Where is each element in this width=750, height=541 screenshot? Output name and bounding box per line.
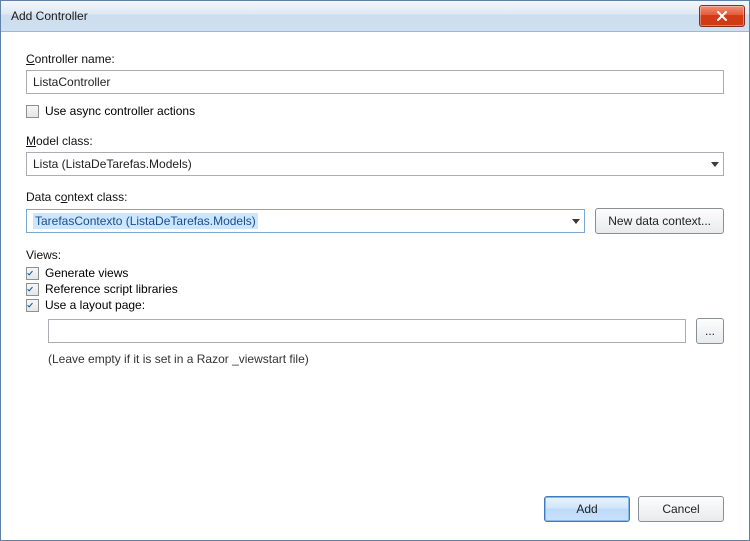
- chevron-down-icon: [711, 162, 719, 167]
- chevron-down-icon: [572, 219, 580, 224]
- async-checkbox[interactable]: [26, 105, 39, 118]
- dialog-footer: Add Cancel: [26, 476, 724, 522]
- data-context-dropdown[interactable]: TarefasContexto (ListaDeTarefas.Models): [26, 209, 585, 233]
- reference-scripts-row[interactable]: Reference script libraries: [26, 282, 724, 296]
- views-section: Views: Generate views Reference script l…: [26, 248, 724, 366]
- close-button[interactable]: [699, 5, 745, 27]
- async-checkbox-label: Use async controller actions: [45, 104, 195, 118]
- dialog-window: Add Controller Controller name: Use asyn…: [0, 0, 750, 541]
- titlebar: Add Controller: [1, 1, 749, 32]
- use-layout-row[interactable]: Use a layout page:: [26, 298, 724, 312]
- async-section: Use async controller actions: [26, 102, 724, 120]
- layout-path-input[interactable]: [48, 319, 686, 343]
- controller-name-label: Controller name:: [26, 52, 724, 66]
- async-checkbox-row[interactable]: Use async controller actions: [26, 104, 724, 118]
- controller-name-input[interactable]: [26, 70, 724, 94]
- browse-layout-button[interactable]: ...: [696, 318, 724, 344]
- model-class-value: Lista (ListaDeTarefas.Models): [33, 157, 192, 171]
- use-layout-label: Use a layout page:: [45, 298, 145, 312]
- layout-hint: (Leave empty if it is set in a Razor _vi…: [48, 352, 724, 366]
- generate-views-checkbox[interactable]: [26, 267, 39, 280]
- generate-views-label: Generate views: [45, 266, 128, 280]
- add-button[interactable]: Add: [544, 496, 630, 522]
- reference-scripts-label: Reference script libraries: [45, 282, 178, 296]
- window-title: Add Controller: [11, 9, 699, 23]
- cancel-button[interactable]: Cancel: [638, 496, 724, 522]
- data-context-label: Data context class:: [26, 190, 724, 204]
- reference-scripts-checkbox[interactable]: [26, 283, 39, 296]
- data-context-section: Data context class: TarefasContexto (Lis…: [26, 190, 724, 234]
- new-data-context-button[interactable]: New data context...: [595, 208, 724, 234]
- model-class-label: Model class:: [26, 134, 724, 148]
- model-class-dropdown[interactable]: Lista (ListaDeTarefas.Models): [26, 152, 724, 176]
- dialog-body: Controller name: Use async controller ac…: [1, 32, 749, 540]
- data-context-value: TarefasContexto (ListaDeTarefas.Models): [33, 213, 258, 229]
- close-icon: [717, 11, 727, 21]
- controller-name-section: Controller name:: [26, 52, 724, 94]
- use-layout-checkbox[interactable]: [26, 299, 39, 312]
- generate-views-row[interactable]: Generate views: [26, 266, 724, 280]
- model-class-section: Model class: Lista (ListaDeTarefas.Model…: [26, 134, 724, 176]
- views-heading: Views:: [26, 248, 724, 262]
